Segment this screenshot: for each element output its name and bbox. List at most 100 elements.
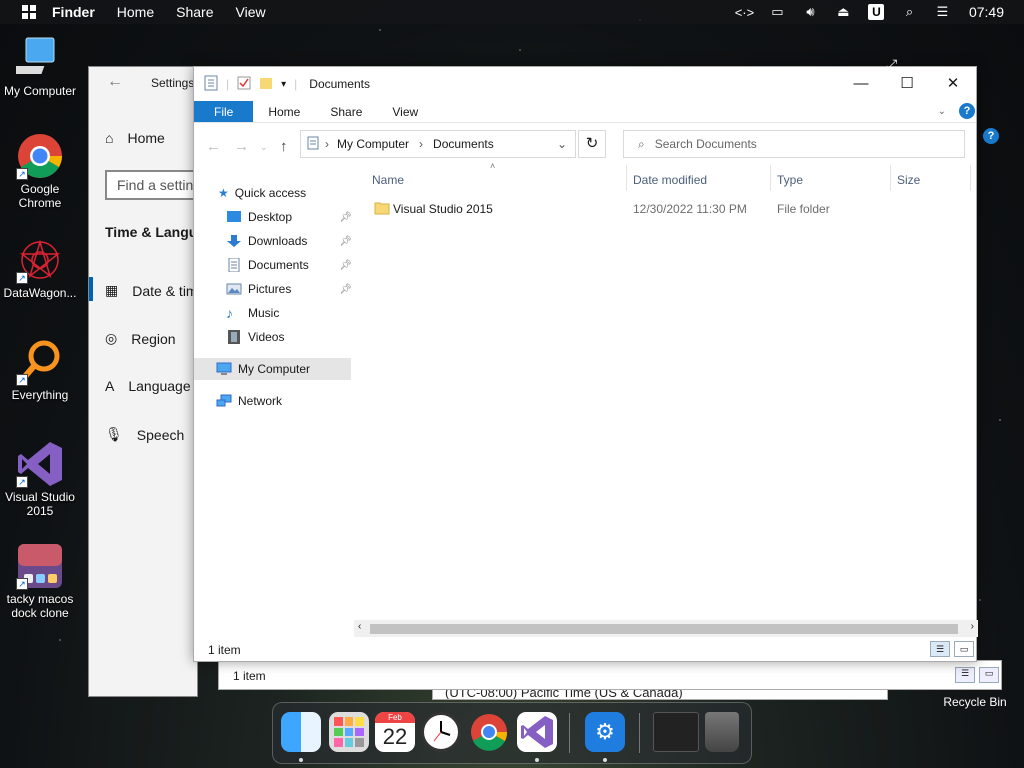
title-bar[interactable]: | ▾ | Documents — ☐ ✕	[194, 67, 976, 101]
recent-locations-icon[interactable]: ⌄	[260, 142, 268, 153]
column-header-name[interactable]: Name	[372, 173, 404, 193]
settings-search-input[interactable]: Find a setting	[105, 170, 197, 200]
desktop-icon-label: Visual Studio 2015	[5, 490, 75, 518]
breadcrumb-chevron-icon[interactable]: ›	[419, 137, 423, 151]
u-app-icon[interactable]: U	[860, 4, 893, 20]
calendar-icon[interactable]: Feb 22	[375, 712, 415, 752]
code-icon[interactable]: <·>	[728, 5, 761, 20]
desktop-icon-dock-clone[interactable]: ↗ tacky macos dock clone	[0, 542, 80, 620]
row-type: File folder	[777, 202, 830, 216]
settings-item-language[interactable]: A Language	[105, 378, 191, 394]
back-arrow-icon[interactable]: ←	[107, 73, 123, 91]
ribbon-expand-icon[interactable]: ⌄	[938, 101, 946, 122]
nav-videos[interactable]: Videos	[226, 326, 356, 348]
chevron-down-icon[interactable]: ▾	[281, 79, 286, 90]
clock-icon[interactable]	[421, 712, 461, 752]
breadcrumb-documents[interactable]: Documents	[433, 137, 494, 151]
settings-item-label: Region	[131, 330, 176, 347]
help-icon[interactable]: ?	[983, 128, 999, 144]
search-icon: ⌕	[638, 136, 645, 151]
details-view-icon[interactable]: ☰	[930, 641, 950, 657]
nav-desktop[interactable]: Desktop 📌︎	[226, 206, 356, 228]
clock[interactable]: 07:49	[969, 4, 1004, 20]
menu-share[interactable]: Share	[176, 4, 213, 20]
address-bar[interactable]: › My Computer › Documents ⌄	[300, 130, 576, 158]
chrome-icon[interactable]	[469, 712, 509, 752]
desktop-icon-visual-studio[interactable]: ↗ Visual Studio 2015	[0, 440, 80, 518]
nav-pictures[interactable]: Pictures 📌︎	[226, 278, 356, 300]
breadcrumb-chevron-icon[interactable]: ›	[325, 137, 329, 151]
nav-quick-access[interactable]: ★ Quick access	[218, 182, 348, 204]
scroll-left-icon[interactable]: ‹	[358, 621, 361, 632]
help-icon[interactable]: ?	[959, 103, 975, 119]
search-icon[interactable]: ⌕	[893, 4, 926, 20]
file-list: ˄ Name Date modified Type Size Visual St…	[360, 161, 978, 625]
volume-icon[interactable]: 🔊︎	[794, 4, 827, 20]
scrollbar-thumb[interactable]	[370, 624, 958, 634]
close-button[interactable]: ✕	[930, 67, 976, 101]
search-input[interactable]: ⌕ Search Documents	[623, 130, 965, 158]
recycle-bin-label[interactable]: Recycle Bin	[930, 695, 1020, 709]
column-divider[interactable]	[770, 165, 771, 191]
nav-downloads[interactable]: Downloads 📌︎	[226, 230, 356, 252]
details-view-icon[interactable]: ☰	[955, 667, 975, 683]
explorer-window-back: 1 item ☰ ▭	[218, 660, 1002, 690]
visual-studio-icon[interactable]	[517, 712, 557, 752]
column-header-type[interactable]: Type	[777, 173, 803, 193]
menu-finder[interactable]: Finder	[52, 4, 95, 20]
pin-icon[interactable]: 📌︎	[339, 212, 352, 223]
menu-home[interactable]: Home	[117, 4, 154, 20]
trash-icon[interactable]	[705, 712, 739, 752]
window-thumbnail-icon[interactable]	[653, 712, 699, 752]
column-divider[interactable]	[970, 165, 971, 191]
up-button[interactable]: ↑	[280, 138, 288, 155]
column-header-date-modified[interactable]: Date modified	[633, 173, 707, 193]
settings-home[interactable]: ⌂ Home	[105, 130, 165, 146]
display-icon[interactable]: ▭	[761, 4, 794, 20]
finder-icon[interactable]	[281, 712, 321, 752]
control-center-icon[interactable]: ☰	[926, 4, 959, 20]
tab-file[interactable]: File	[194, 101, 254, 122]
column-divider[interactable]	[626, 165, 627, 191]
forward-button[interactable]: →	[234, 138, 249, 155]
tab-home[interactable]: Home	[253, 101, 315, 122]
desktop-icon-datawagon[interactable]: ↗ DataWagon...	[0, 236, 80, 300]
nav-music[interactable]: ♪ Music	[226, 302, 356, 324]
settings-item-speech[interactable]: 🎙︎ Speech	[105, 426, 184, 443]
nav-my-computer[interactable]: My Computer	[194, 358, 351, 380]
status-item-count: 1 item	[233, 669, 266, 683]
pin-icon[interactable]: 📌︎	[339, 236, 352, 247]
properties-icon[interactable]	[204, 75, 218, 94]
scroll-right-icon[interactable]: ›	[971, 621, 974, 632]
desktop-icon-everything[interactable]: ↗ Everything	[0, 338, 80, 402]
eject-icon[interactable]: ⏏	[827, 4, 860, 20]
desktop-icon-my-computer[interactable]: My Computer	[0, 34, 80, 98]
pin-icon[interactable]: 📌︎	[339, 260, 352, 271]
large-icons-view-icon[interactable]: ▭	[954, 641, 974, 657]
pin-icon[interactable]: 📌︎	[339, 284, 352, 295]
table-row[interactable]: Visual Studio 2015 12/30/2022 11:30 PM F…	[360, 199, 960, 219]
checkmark-icon[interactable]	[237, 76, 251, 93]
nav-network[interactable]: Network	[216, 390, 346, 412]
back-button[interactable]: ←	[206, 138, 221, 155]
desktop-icon-chrome[interactable]: ↗ Google Chrome	[0, 132, 80, 210]
tab-view[interactable]: View	[377, 101, 433, 122]
horizontal-scrollbar[interactable]: ‹ ›	[354, 620, 978, 637]
settings-item-date-time[interactable]: ▦ Date & time	[105, 282, 197, 299]
minimize-button[interactable]: —	[838, 67, 884, 101]
breadcrumb-my-computer[interactable]: My Computer	[337, 137, 409, 151]
tab-share[interactable]: Share	[315, 101, 377, 122]
refresh-button[interactable]: ↻	[578, 130, 606, 158]
column-header-size[interactable]: Size	[897, 173, 920, 193]
nav-documents[interactable]: Documents 📌︎	[226, 254, 356, 276]
address-dropdown-icon[interactable]: ⌄	[557, 137, 567, 151]
new-folder-icon[interactable]	[259, 76, 273, 93]
launchpad-icon[interactable]	[329, 712, 369, 752]
menu-view[interactable]: View	[236, 4, 266, 20]
windows-logo-icon[interactable]	[22, 5, 36, 19]
settings-item-region[interactable]: ◎ Region	[105, 330, 176, 347]
large-icons-view-icon[interactable]: ▭	[979, 667, 999, 683]
nav-label: Network	[238, 394, 283, 408]
settings-gear-icon[interactable]: ⚙	[585, 712, 625, 752]
column-divider[interactable]	[890, 165, 891, 191]
